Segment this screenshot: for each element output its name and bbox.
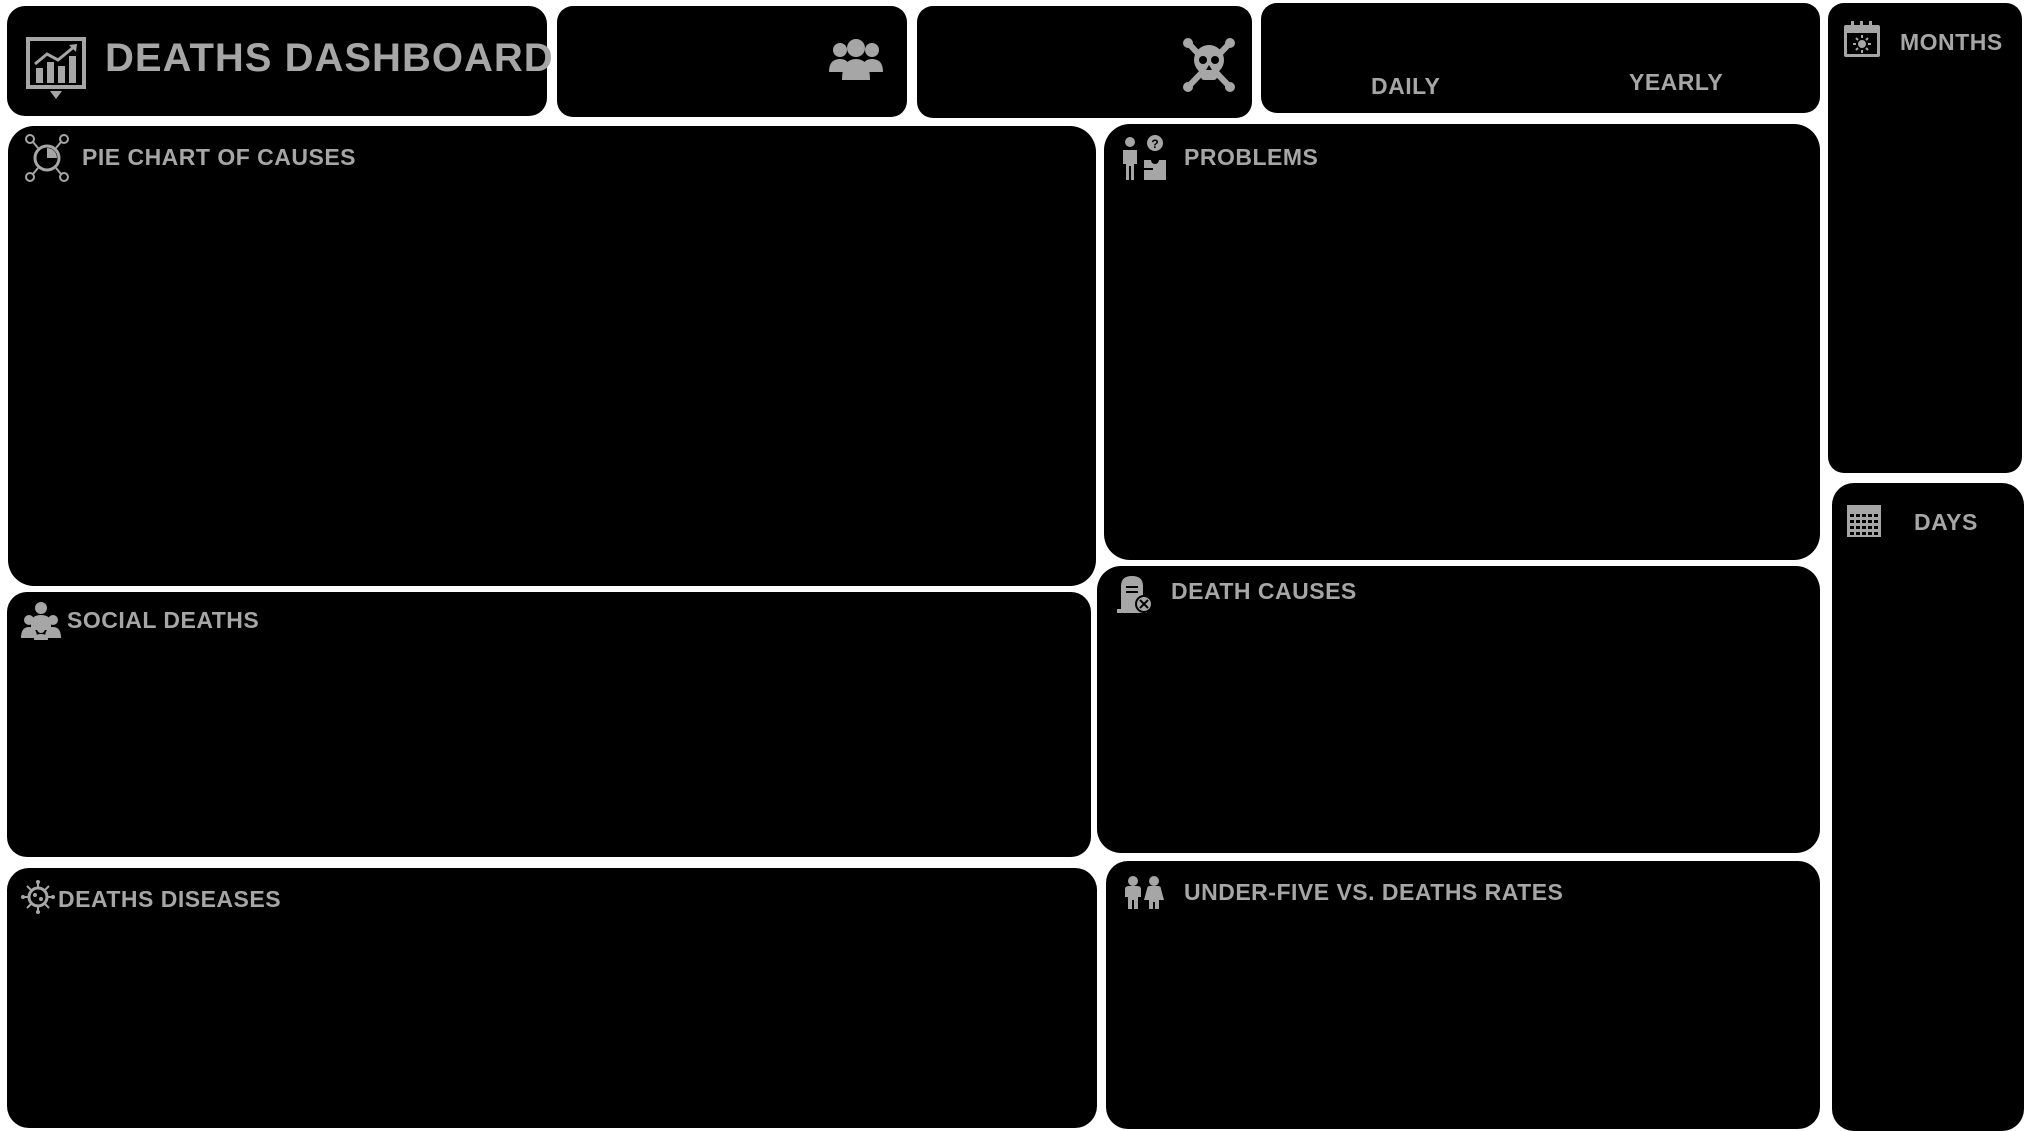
days-slicer[interactable]: DAYS bbox=[1832, 483, 2024, 1131]
months-slicer[interactable]: MONTHS bbox=[1828, 3, 2022, 473]
deaths-diseases-panel: DEATHS DISEASES bbox=[7, 868, 1097, 1128]
children-icon bbox=[1122, 875, 1166, 911]
pie-chart-icon bbox=[24, 134, 70, 182]
under-five-panel: UNDER-FIVE VS. DEATHS RATES bbox=[1106, 861, 1820, 1129]
pie-chart-panel: PIE CHART OF CAUSES bbox=[8, 126, 1096, 586]
deaths-kpi-card[interactable] bbox=[917, 6, 1252, 118]
yearly-toggle[interactable]: YEARLY bbox=[1629, 69, 1723, 96]
calendar-grid-icon bbox=[1846, 503, 1882, 539]
calendar-sun-icon bbox=[1843, 21, 1881, 59]
days-title: DAYS bbox=[1914, 509, 1978, 535]
people-group-icon bbox=[829, 38, 883, 82]
social-deaths-title: SOCIAL DEATHS bbox=[67, 607, 260, 633]
social-deaths-panel: SOCIAL DEATHS bbox=[7, 592, 1091, 857]
chart-growth-icon bbox=[25, 36, 87, 102]
deaths-diseases-title: DEATHS DISEASES bbox=[58, 886, 282, 912]
people-kpi-card[interactable] bbox=[557, 6, 907, 117]
problems-title: PROBLEMS bbox=[1184, 144, 1319, 170]
under-five-title: UNDER-FIVE VS. DEATHS RATES bbox=[1184, 879, 1564, 905]
pie-chart-title: PIE CHART OF CAUSES bbox=[82, 144, 357, 170]
problems-panel: ? PROBLEMS bbox=[1104, 124, 1820, 560]
svg-text:?: ? bbox=[1151, 137, 1158, 151]
tombstone-icon bbox=[1117, 574, 1153, 614]
daily-yearly-panel: DAILY YEARLY bbox=[1261, 3, 1820, 113]
dashboard-title: DEATHS DASHBOARD bbox=[105, 36, 554, 80]
skull-crossbones-icon bbox=[1183, 38, 1235, 94]
title-panel: DEATHS DASHBOARD bbox=[7, 6, 553, 116]
daily-toggle[interactable]: DAILY bbox=[1371, 73, 1440, 100]
virus-icon bbox=[21, 880, 55, 914]
months-title: MONTHS bbox=[1900, 29, 2003, 55]
crowd-icon bbox=[21, 600, 61, 640]
person-puzzle-icon: ? bbox=[1120, 134, 1168, 182]
death-causes-title: DEATH CAUSES bbox=[1171, 578, 1357, 604]
death-causes-panel: DEATH CAUSES bbox=[1097, 566, 1820, 853]
